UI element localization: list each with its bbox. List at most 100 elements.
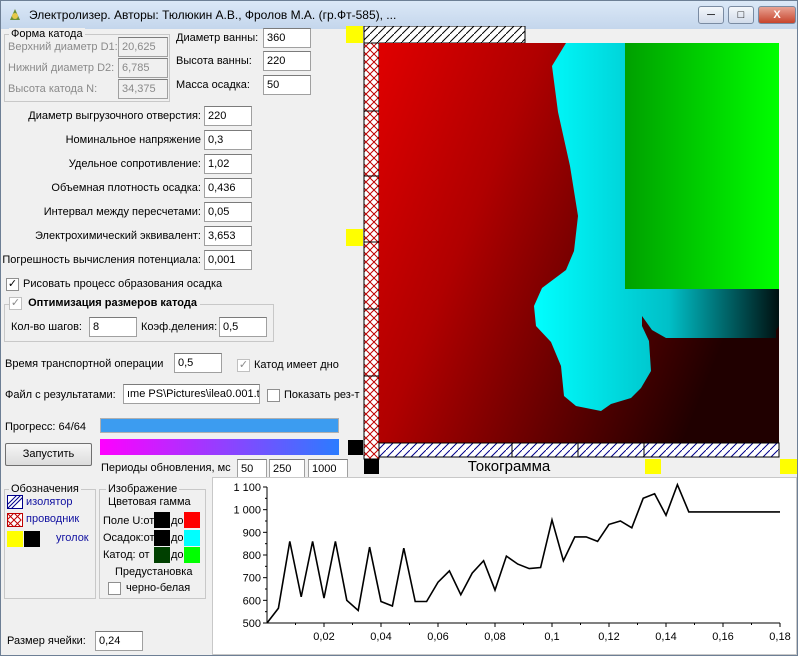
x-tick-label: 0,1 [544, 631, 559, 643]
cathode-bottom-label: Катод имеет дно [254, 359, 339, 371]
field-to-swatch[interactable] [184, 512, 200, 528]
y-tick-label: 600 [243, 595, 261, 607]
image-title: Изображение [106, 483, 180, 495]
results-file-field[interactable]: ıme PS\Pictures\ilea0.001.t: [123, 384, 260, 404]
simulation-canvas [346, 26, 797, 474]
corner-marker [346, 26, 363, 43]
optimize-checkbox[interactable]: ✓ [9, 297, 22, 310]
update-period-3[interactable]: 1000 [308, 459, 348, 479]
cathode-to-label: до [171, 549, 184, 561]
param-label: Номинальное напряжение [65, 134, 201, 146]
minimize-button[interactable]: ─ [698, 6, 724, 24]
bath-height-field[interactable]: 220 [263, 51, 311, 71]
corner-label: уголок [56, 532, 89, 544]
corner-marker [346, 229, 363, 246]
app-icon [10, 9, 20, 20]
y-tick-label: 1 000 [233, 505, 261, 517]
corner-swatch-yellow [7, 531, 23, 547]
window-title: Электролизер. Авторы: Тюлюкин А.В., Фрол… [29, 8, 397, 22]
deposit-from-swatch[interactable] [154, 530, 170, 546]
maximize-button[interactable]: □ [728, 6, 754, 24]
steps-field[interactable]: 8 [89, 317, 137, 337]
deposit-to-label: до [171, 532, 184, 544]
main-window: Электролизер. Авторы: Тюлюкин А.В., Фрол… [0, 0, 798, 656]
x-tick-label: 0,02 [313, 631, 334, 643]
d2-label: Нижний диаметр D2: [8, 62, 115, 74]
y-tick-label: 500 [243, 618, 261, 630]
coef-label: Коэф.деления: [141, 321, 218, 333]
y-tick-label: 1 100 [233, 482, 261, 494]
param-field[interactable]: 220 [204, 106, 252, 126]
param-field[interactable]: 0,05 [204, 202, 252, 222]
d1-field[interactable]: 20,625 [118, 37, 168, 57]
insulator-swatch [7, 495, 23, 509]
current-line [266, 482, 780, 624]
field-from-swatch[interactable] [154, 512, 170, 528]
draw-process-checkbox[interactable]: ✓ [6, 278, 19, 291]
update-periods-label: Периоды обновления, мс [101, 462, 231, 474]
show-results-checkbox[interactable] [267, 389, 280, 402]
conductor-swatch [7, 513, 23, 527]
left-conductor [363, 42, 380, 460]
update-period-2[interactable]: 250 [269, 459, 305, 479]
cathode-to-swatch[interactable] [184, 547, 200, 563]
close-button[interactable]: X [758, 6, 796, 24]
param-field[interactable]: 0,001 [204, 250, 252, 270]
param-label: Интервал между пересчетами: [43, 206, 201, 218]
deposit-mass-label: Масса осадка: [176, 79, 250, 91]
y-tick-label: 800 [243, 550, 261, 562]
cathode-range-label: Катод: от [103, 549, 150, 561]
x-tick-label: 0,14 [655, 631, 676, 643]
x-tick-label: 0,04 [370, 631, 391, 643]
x-tick-label: 0,16 [712, 631, 733, 643]
bw-checkbox[interactable] [108, 582, 121, 595]
param-field[interactable]: 0,436 [204, 178, 252, 198]
progress-fill [101, 419, 338, 432]
optimize-header: ✓ Оптимизация размеров катода [9, 297, 200, 310]
results-file-label: Файл с результатами: [5, 389, 116, 401]
param-label: Электрохимический эквивалент: [35, 230, 201, 242]
run-button[interactable]: Запустить [5, 443, 92, 466]
param-label: Удельное сопротивление: [68, 158, 201, 170]
bath-diameter-label: Диаметр ванны: [176, 32, 259, 44]
steps-label: Кол-во шагов: [11, 321, 82, 333]
cathode-bottom-checkbox[interactable]: ✓ [237, 359, 250, 372]
y-tick-label: 700 [243, 573, 261, 585]
bath-height-label: Высота ванны: [176, 55, 252, 67]
deposit-mass-field[interactable]: 50 [263, 75, 311, 95]
param-label: Объемная плотность осадка: [51, 182, 201, 194]
param-field[interactable]: 1,02 [204, 154, 252, 174]
cell-size-label: Размер ячейки: [7, 635, 86, 647]
optimize-title: Оптимизация размеров катода [28, 297, 197, 309]
preset-label: Предустановка [115, 566, 193, 578]
deposit-range-label: Осадок:от [103, 532, 155, 544]
param-field[interactable]: 0,3 [204, 130, 252, 150]
cell-size-field[interactable]: 0,24 [95, 631, 143, 651]
y-tick-label: 900 [243, 527, 261, 539]
cathode-from-swatch[interactable] [154, 547, 170, 563]
update-period-1[interactable]: 50 [237, 459, 267, 479]
field-range-label: Поле U:от [103, 515, 155, 527]
x-tick-label: 0,12 [598, 631, 619, 643]
x-tick-label: 0,08 [484, 631, 505, 643]
param-label: Погрешность вычисления потенциала: [2, 254, 201, 266]
d2-field[interactable]: 6,785 [118, 58, 168, 78]
cathode-height-field[interactable]: 34,375 [118, 79, 168, 99]
field-to-label: до [171, 515, 184, 527]
bottom-yellow-marker-right [780, 459, 797, 474]
corner-swatch-black [24, 531, 40, 547]
bw-label: черно-белая [126, 582, 191, 594]
transport-field[interactable]: 0,5 [174, 353, 222, 373]
transport-label: Время транспортной операции [5, 358, 164, 370]
progress-bar [100, 418, 339, 433]
conductor-label: проводник [26, 513, 80, 525]
d1-label: Верхний диаметр D1: [8, 41, 118, 53]
x-tick-label: 0,06 [427, 631, 448, 643]
param-field[interactable]: 3,653 [204, 226, 252, 246]
coef-field[interactable]: 0,5 [219, 317, 267, 337]
deposit-to-swatch[interactable] [184, 530, 200, 546]
color-gradient-bar [100, 439, 339, 455]
bath-diameter-field[interactable]: 360 [263, 28, 311, 48]
title-bar: Электролизер. Авторы: Тюлюкин А.В., Фрол… [1, 1, 797, 29]
color-gamma-label: Цветовая гамма [108, 496, 191, 508]
